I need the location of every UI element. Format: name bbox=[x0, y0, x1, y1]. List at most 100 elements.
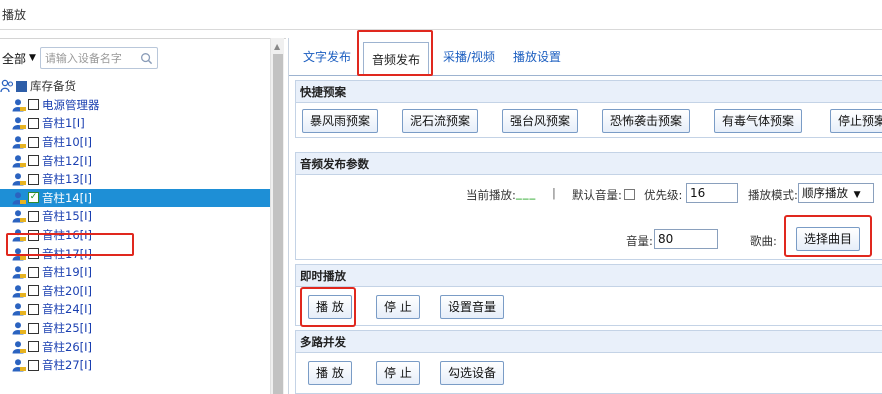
quick-plan-section: 快捷预案 暴风雨预案 泥石流预案 强台风预案 恐怖袭击预案 有毒气体预案 停止预… bbox=[295, 80, 882, 138]
scope-select[interactable]: 全部 ▼ bbox=[2, 50, 36, 67]
device-item[interactable]: 音柱15[I] bbox=[0, 207, 270, 226]
device-item[interactable]: 音柱10[I] bbox=[0, 133, 270, 152]
plan-terror-button[interactable]: 恐怖袭击预案 bbox=[602, 109, 691, 133]
device-checkbox[interactable] bbox=[28, 285, 39, 297]
volume-field[interactable]: 80 bbox=[654, 229, 718, 249]
audio-params-title: 音频发布参数 bbox=[296, 153, 882, 175]
default-volume-label: 默认音量: bbox=[572, 188, 622, 202]
multi-stop-button[interactable]: 停 止 bbox=[376, 361, 420, 385]
device-checkbox[interactable] bbox=[28, 322, 39, 334]
device-user-icon bbox=[12, 266, 26, 279]
device-user-icon bbox=[12, 173, 26, 186]
device-item[interactable]: 音柱19[I] bbox=[0, 263, 270, 282]
highlight-audio-tab bbox=[357, 30, 433, 76]
chevron-down-icon: ▼ bbox=[29, 53, 36, 63]
device-item[interactable]: 音柱20[I] bbox=[0, 282, 270, 301]
search-icon[interactable] bbox=[140, 52, 153, 65]
device-checkbox[interactable] bbox=[28, 341, 39, 353]
tab-capture-video[interactable]: 采播/视频 bbox=[443, 48, 495, 65]
device-checkbox[interactable]: ✓ bbox=[28, 192, 39, 204]
stop-plan-button[interactable]: 停止预案 bbox=[830, 109, 882, 133]
device-checkbox[interactable] bbox=[28, 99, 39, 111]
device-user-icon bbox=[12, 340, 26, 354]
instant-stop-button[interactable]: 停 止 bbox=[376, 295, 420, 319]
device-checkbox[interactable] bbox=[28, 136, 39, 148]
device-user-icon bbox=[12, 210, 26, 223]
highlight-instant-play bbox=[300, 287, 356, 327]
play-mode-select[interactable]: 顺序播放 ▼ bbox=[798, 183, 874, 203]
device-user-icon bbox=[12, 359, 26, 372]
device-label: 音柱19[I] bbox=[42, 265, 92, 280]
device-item[interactable]: 电源管理器 bbox=[0, 96, 270, 115]
device-label: 音柱14[I] bbox=[42, 190, 92, 205]
volume-label: 音量: bbox=[626, 234, 653, 248]
tree-root-checkbox[interactable] bbox=[16, 80, 27, 92]
device-label: 音柱10[I] bbox=[42, 135, 92, 150]
play-mode-label: 播放模式: bbox=[748, 188, 798, 202]
quick-plan-title: 快捷预案 bbox=[296, 81, 882, 103]
device-label: 音柱25[I] bbox=[42, 321, 92, 336]
highlight-selected-device bbox=[6, 233, 134, 256]
scrollbar-thumb[interactable] bbox=[273, 54, 283, 394]
plan-typhoon-button[interactable]: 强台风预案 bbox=[502, 109, 579, 133]
priority-field[interactable]: 16 bbox=[686, 183, 738, 203]
multi-channel-title: 多路并发 bbox=[296, 331, 882, 353]
audio-params-section: 音频发布参数 当前播放: ___ | 默认音量: 优先级: 16 播放模式: 顺… bbox=[295, 152, 882, 260]
device-checkbox[interactable] bbox=[28, 266, 39, 278]
priority-label: 优先级: bbox=[644, 188, 683, 202]
plan-mudslide-button[interactable]: 泥石流预案 bbox=[402, 109, 479, 133]
tab-play-settings[interactable]: 播放设置 bbox=[513, 48, 561, 65]
tree-root[interactable]: 库存备货 bbox=[0, 77, 270, 96]
device-label: 音柱12[I] bbox=[42, 153, 92, 168]
device-item[interactable]: 音柱25[I] bbox=[0, 319, 270, 338]
device-label: 音柱24[I] bbox=[42, 302, 92, 317]
device-checkbox[interactable] bbox=[28, 303, 39, 315]
device-search-input[interactable]: 请输入设备名字 bbox=[39, 47, 158, 69]
device-item[interactable]: ✓ 音柱14[I] bbox=[0, 188, 270, 208]
select-devices-button[interactable]: 勾选设备 bbox=[440, 361, 505, 385]
instant-play-title: 即时播放 bbox=[296, 265, 882, 287]
device-user-icon bbox=[12, 99, 26, 112]
tab-bar: 文字发布 音频发布 采播/视频 播放设置 bbox=[289, 30, 882, 76]
plan-storm-button[interactable]: 暴风雨预案 bbox=[302, 109, 379, 133]
multi-channel-section: 多路并发 播 放 停 止 勾选设备 bbox=[295, 330, 882, 394]
device-user-icon bbox=[12, 136, 26, 149]
scroll-up-icon[interactable]: ▲ bbox=[274, 42, 280, 51]
chevron-down-icon: ▼ bbox=[853, 190, 861, 200]
device-tree-scrollbar[interactable]: ▲ bbox=[270, 38, 284, 394]
device-item[interactable]: 音柱27[I] bbox=[0, 356, 270, 375]
multi-play-button[interactable]: 播 放 bbox=[308, 361, 352, 385]
set-volume-button[interactable]: 设置音量 bbox=[440, 295, 505, 319]
publish-panel: 文字发布 音频发布 采播/视频 播放设置 快捷预案 暴风雨预案 泥石流预案 强台… bbox=[288, 30, 882, 394]
highlight-choose-song bbox=[784, 215, 872, 257]
device-label: 音柱26[I] bbox=[42, 339, 92, 354]
window-title: 播放 bbox=[0, 0, 882, 30]
device-filter: 全部 ▼ 请输入设备名字 bbox=[2, 47, 158, 69]
instant-play-section: 即时播放 播 放 停 止 设置音量 bbox=[295, 264, 882, 327]
device-panel: 全部 ▼ 请输入设备名字 库存备货 电源管理器 音柱1[I] 音柱10[I] 音柱12… bbox=[0, 38, 286, 394]
param-separator: | bbox=[552, 186, 556, 200]
device-checkbox[interactable] bbox=[28, 117, 39, 129]
tab-text-publish[interactable]: 文字发布 bbox=[303, 48, 351, 65]
device-item[interactable]: 音柱12[I] bbox=[0, 151, 270, 170]
device-item[interactable]: 音柱26[I] bbox=[0, 337, 270, 356]
device-checkbox[interactable] bbox=[28, 173, 39, 185]
device-item[interactable]: 音柱1[I] bbox=[0, 114, 270, 133]
default-volume-checkbox[interactable] bbox=[624, 189, 635, 200]
device-checkbox[interactable] bbox=[28, 210, 39, 222]
device-checkbox[interactable] bbox=[28, 359, 39, 371]
tree-root-label: 库存备货 bbox=[30, 79, 76, 94]
device-search-placeholder: 请输入设备名字 bbox=[44, 52, 122, 65]
device-user-icon bbox=[12, 192, 26, 205]
play-mode-value: 顺序播放 bbox=[802, 186, 848, 200]
device-label: 音柱1[I] bbox=[42, 116, 85, 131]
device-tree: 库存备货 电源管理器 音柱1[I] 音柱10[I] 音柱12[I] 音柱13[I] ✓ 音柱… bbox=[0, 77, 270, 375]
device-user-icon bbox=[12, 154, 26, 168]
device-label: 音柱27[I] bbox=[42, 358, 92, 373]
device-user-icon bbox=[12, 322, 26, 335]
device-item[interactable]: 音柱13[I] bbox=[0, 170, 270, 189]
device-item[interactable]: 音柱24[I] bbox=[0, 300, 270, 319]
device-label: 音柱20[I] bbox=[42, 283, 92, 298]
plan-toxic-gas-button[interactable]: 有毒气体预案 bbox=[714, 109, 803, 133]
device-checkbox[interactable] bbox=[28, 155, 39, 167]
